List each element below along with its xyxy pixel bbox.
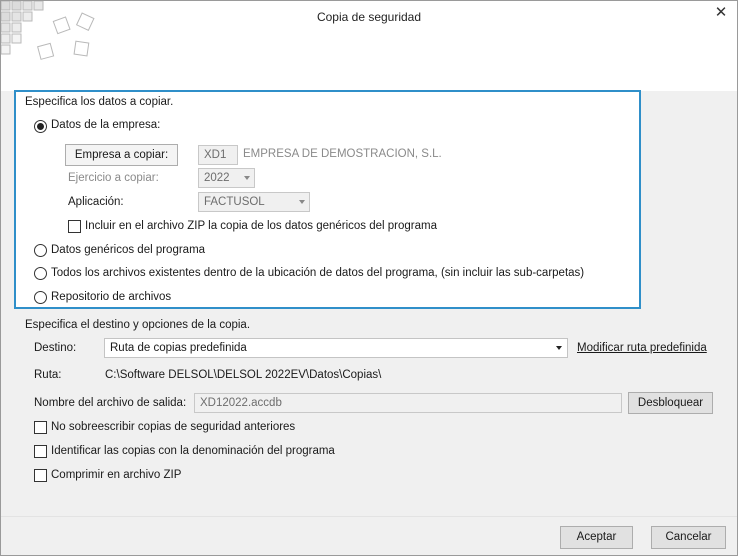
radio-generic-data[interactable] bbox=[34, 244, 47, 257]
fiscal-year-value: 2022 bbox=[204, 172, 230, 184]
destination-label: Destino: bbox=[34, 342, 77, 354]
backup-dialog: Copia de seguridad ✕ Especifica los dato… bbox=[0, 0, 738, 556]
modify-default-path-link[interactable]: Modificar ruta predefinida bbox=[577, 342, 707, 354]
compress-zip-label[interactable]: Comprimir en archivo ZIP bbox=[51, 469, 181, 481]
cancel-button[interactable]: Cancelar bbox=[651, 526, 726, 549]
application-value: FACTUSOL bbox=[204, 196, 265, 208]
identify-program-checkbox[interactable] bbox=[34, 445, 47, 458]
company-code-field: XD1 bbox=[198, 145, 238, 165]
dialog-header: Copia de seguridad ✕ bbox=[1, 1, 737, 91]
output-filename-field[interactable]: XD12022.accdb bbox=[194, 393, 622, 413]
application-label: Aplicación: bbox=[68, 196, 124, 208]
accept-button[interactable]: Aceptar bbox=[560, 526, 633, 549]
radio-file-repository-label[interactable]: Repositorio de archivos bbox=[51, 291, 171, 303]
chevron-down-icon bbox=[299, 200, 305, 204]
application-select[interactable]: FACTUSOL bbox=[198, 192, 310, 212]
identify-program-label[interactable]: Identificar las copias con la denominaci… bbox=[51, 445, 335, 457]
path-label: Ruta: bbox=[34, 369, 62, 381]
radio-company-data-label[interactable]: Datos de la empresa: bbox=[51, 119, 160, 131]
close-icon[interactable]: ✕ bbox=[713, 5, 729, 21]
dialog-title: Copia de seguridad bbox=[316, 10, 422, 24]
include-generic-zip-label[interactable]: Incluir en el archivo ZIP la copia de lo… bbox=[85, 220, 437, 232]
destination-select[interactable]: Ruta de copias predefinida bbox=[104, 338, 568, 358]
select-company-button[interactable]: Empresa a copiar: bbox=[65, 144, 178, 166]
destination-heading: Especifica el destino y opciones de la c… bbox=[25, 319, 251, 331]
destination-value: Ruta de copias predefinida bbox=[110, 342, 247, 354]
fiscal-year-select[interactable]: 2022 bbox=[198, 168, 255, 188]
unlock-button[interactable]: Desbloquear bbox=[628, 392, 713, 414]
no-overwrite-label[interactable]: No sobreescribir copias de seguridad ant… bbox=[51, 421, 295, 433]
radio-all-files[interactable] bbox=[34, 267, 47, 280]
include-generic-zip-checkbox[interactable] bbox=[68, 220, 81, 233]
data-selection-heading: Especifica los datos a copiar. bbox=[25, 96, 174, 108]
chevron-down-icon bbox=[556, 346, 562, 350]
fiscal-year-label: Ejercicio a copiar: bbox=[68, 172, 159, 184]
radio-file-repository[interactable] bbox=[34, 291, 47, 304]
no-overwrite-checkbox[interactable] bbox=[34, 421, 47, 434]
chevron-down-icon bbox=[244, 176, 250, 180]
radio-all-files-label[interactable]: Todos los archivos existentes dentro de … bbox=[51, 267, 584, 279]
footer-divider bbox=[1, 516, 737, 517]
company-name: EMPRESA DE DEMOSTRACION, S.L. bbox=[243, 148, 442, 160]
output-filename-label: Nombre del archivo de salida: bbox=[34, 397, 187, 409]
radio-generic-data-label[interactable]: Datos genéricos del programa bbox=[51, 244, 205, 256]
compress-zip-checkbox[interactable] bbox=[34, 469, 47, 482]
radio-company-data[interactable] bbox=[34, 120, 47, 133]
path-value: C:\Software DELSOL\DELSOL 2022EV\Datos\C… bbox=[105, 369, 382, 381]
